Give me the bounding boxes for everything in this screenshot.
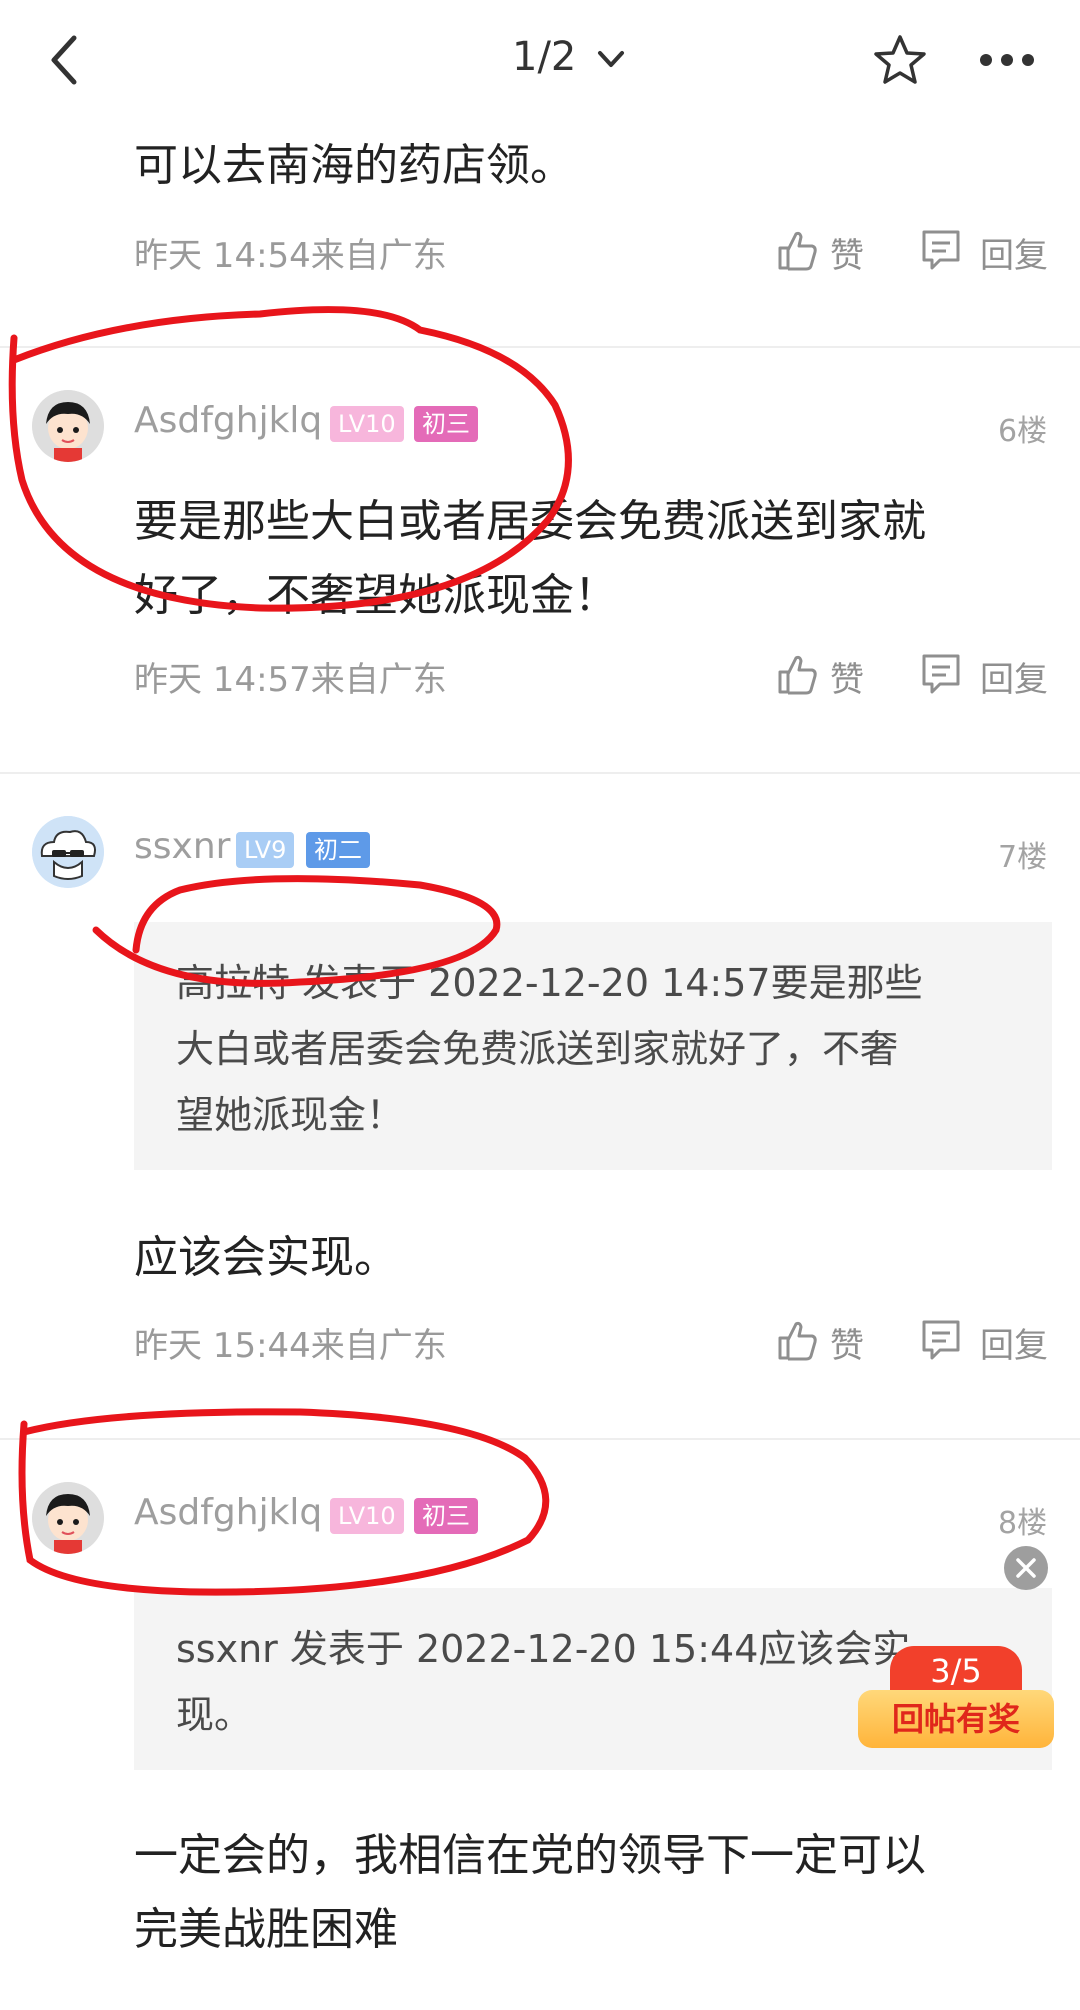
post-meta: 昨天 15:44来自广东 [134, 1326, 447, 1366]
username[interactable]: ssxnr [134, 826, 230, 867]
post-meta: 昨天 14:57来自广东 [134, 660, 447, 700]
reply-label: 回复 [980, 1326, 1048, 1366]
quote-line: 高拉特 发表于 2022-12-20 14:57要是那些 [176, 961, 923, 1005]
level-badge: LV10 [330, 1498, 404, 1534]
like-button[interactable]: 赞 [776, 1316, 886, 1366]
comment-icon [922, 654, 960, 694]
level-badge: LV10 [330, 406, 404, 442]
divider [0, 1438, 1080, 1440]
thumbs-up-icon [778, 231, 817, 271]
divider [0, 772, 1080, 774]
post-text-line: 要是那些大白或者居委会免费派送到家就 [134, 496, 926, 547]
more-icon[interactable] [978, 52, 1036, 68]
grade-badge: 初二 [306, 832, 370, 868]
comment-icon [922, 1320, 960, 1360]
like-button[interactable]: 赞 [776, 226, 886, 276]
like-label: 赞 [830, 660, 864, 700]
reply-button[interactable]: 回复 [920, 650, 1054, 700]
post-meta: 昨天 14:54来自广东 [134, 236, 447, 276]
username[interactable]: Asdfghjklq [134, 400, 322, 441]
level-badge: LV9 [236, 832, 295, 868]
avatar-girl-icon [32, 390, 104, 462]
grade-badge: 初三 [414, 406, 478, 442]
reward-widget[interactable]: 3/5 回帖有奖 [858, 1646, 1054, 1752]
comment-icon [922, 230, 960, 270]
close-button[interactable] [1004, 1546, 1048, 1590]
quote-line: 现。 [176, 1693, 253, 1737]
star-icon[interactable] [872, 32, 928, 88]
chevron-down-icon[interactable] [596, 44, 626, 74]
quote-line: ssxnr 发表于 2022-12-20 15:44应该会实 [176, 1627, 911, 1671]
reply-label: 回复 [980, 236, 1048, 276]
avatar[interactable] [32, 816, 104, 888]
floor-number: 7楼 [998, 840, 1048, 875]
username[interactable]: Asdfghjklq [134, 1492, 322, 1533]
thumbs-up-icon [778, 655, 817, 695]
thumbs-up-icon [778, 1321, 817, 1361]
post-text: 应该会实现。 [134, 1232, 398, 1283]
avatar-girl-icon [32, 1482, 104, 1554]
floor-number: 6楼 [998, 414, 1048, 449]
post-text: 可以去南海的药店领。 [134, 140, 574, 191]
post-text-line: 好了，不奢望她派现金！ [134, 570, 618, 621]
like-label: 赞 [830, 236, 864, 276]
post-text-line: 一定会的，我相信在党的领导下一定可以 [134, 1830, 926, 1881]
quote-line: 大白或者居委会免费派送到家就好了，不奢 [176, 1027, 899, 1071]
reward-count: 3/5 [890, 1646, 1022, 1696]
quote-line: 望她派现金！ [176, 1093, 405, 1137]
avatar[interactable] [32, 390, 104, 462]
divider [0, 346, 1080, 348]
quote-box[interactable]: 高拉特 发表于 2022-12-20 14:57要是那些 大白或者居委会免费派送… [134, 922, 1052, 1170]
page-indicator[interactable]: 1/2 [512, 34, 576, 80]
like-button[interactable]: 赞 [776, 650, 886, 700]
reply-button[interactable]: 回复 [920, 226, 1054, 276]
back-icon[interactable] [44, 30, 84, 90]
avatar[interactable] [32, 1482, 104, 1554]
floor-number: 8楼 [998, 1506, 1048, 1541]
post-text-line: 完美战胜困难 [134, 1904, 398, 1955]
close-icon [1016, 1558, 1036, 1578]
reply-button[interactable]: 回复 [920, 1316, 1054, 1366]
reward-label: 回帖有奖 [858, 1690, 1054, 1748]
avatar-cloud-icon [32, 816, 104, 888]
reply-label: 回复 [980, 660, 1048, 700]
like-label: 赞 [830, 1326, 864, 1366]
grade-badge: 初三 [414, 1498, 478, 1534]
